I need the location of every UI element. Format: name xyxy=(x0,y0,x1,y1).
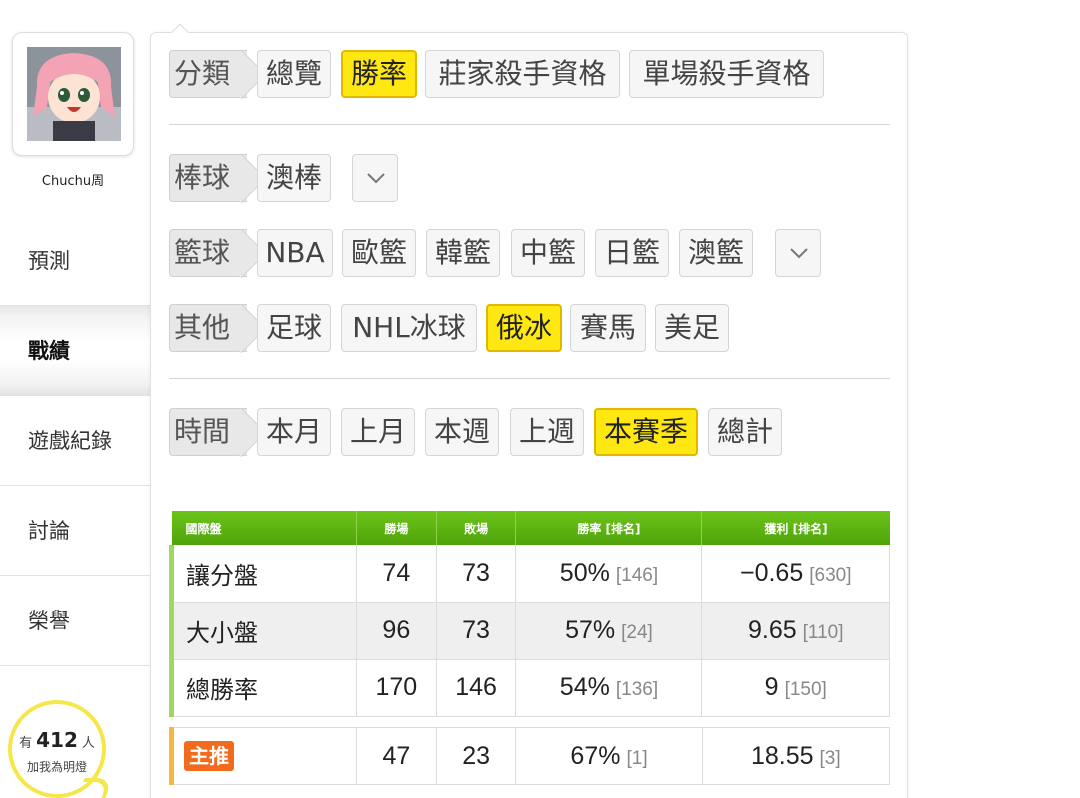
filter-chip-banker-killer[interactable]: 莊家殺手資格 xyxy=(425,50,620,98)
losses-cell: 23 xyxy=(436,727,517,785)
filter-chip-total[interactable]: 總計 xyxy=(708,408,782,456)
stats-table: 國際盤 勝場 敗場 勝率 [排名] 獲利 [排名] 讓分盤 74 73 50%[… xyxy=(169,511,890,717)
table-row: 讓分盤 74 73 50% [146] −0.65 [630] xyxy=(169,545,890,603)
row-name: 總勝率 xyxy=(169,659,357,717)
featured-name: 主推 xyxy=(168,727,358,785)
follower-number: 412 xyxy=(36,728,78,752)
rank-label: [136] xyxy=(615,679,659,700)
divider xyxy=(169,124,890,125)
follow-cta: 加我為明燈 xyxy=(26,760,87,774)
wins-cell: 170 xyxy=(356,659,437,717)
filter-row-other: 其他 足球 NHL冰球 俄冰 賽馬 美足 xyxy=(169,304,890,352)
rank-label: [110] xyxy=(802,622,844,643)
profit-cell: 9 [150] xyxy=(701,659,890,717)
follower-suffix: 人 xyxy=(81,736,95,751)
featured-row: 主推 47 23 67% [1] 18.55 [3] xyxy=(168,727,891,785)
winrate-cell: 50% [146] xyxy=(515,545,703,603)
nav-item-game-history[interactable]: 遊戲紀錄 xyxy=(0,396,150,486)
filter-chip-aus-basket[interactable]: 澳籃 xyxy=(679,229,753,277)
losses-cell: 146 xyxy=(436,659,517,717)
losses-cell: 73 xyxy=(436,545,517,603)
filter-row-basketball: 籃球 NBA 歐籃 韓籃 中籃 日籃 澳籃 xyxy=(169,229,890,277)
profit-cell: 18.55 [3] xyxy=(702,727,891,785)
filter-chip-abl[interactable]: 澳棒 xyxy=(257,154,331,202)
filter-chip-soccer[interactable]: 足球 xyxy=(257,304,331,352)
wins-cell: 74 xyxy=(356,545,437,603)
chevron-down-icon xyxy=(790,248,808,259)
table-header-row: 國際盤 勝場 敗場 勝率 [排名] 獲利 [排名] xyxy=(171,511,890,545)
rank-label: [1] xyxy=(626,747,648,769)
featured-badge: 主推 xyxy=(184,741,234,771)
column-header: 獲利 [排名] xyxy=(701,511,890,545)
filter-chip-this-month[interactable]: 本月 xyxy=(257,408,331,456)
rank-label: [630] xyxy=(809,564,852,586)
nav-item-label: 討論 xyxy=(28,519,70,543)
column-header: 敗場 xyxy=(436,511,517,545)
filter-label-category: 分類 xyxy=(169,50,247,98)
filter-chip-japan-basket[interactable]: 日籃 xyxy=(595,229,669,277)
filter-chip-euro-basket[interactable]: 歐籃 xyxy=(342,229,416,277)
filter-chip-china-basket[interactable]: 中籃 xyxy=(511,229,585,277)
username: Chuchu周 xyxy=(41,174,105,189)
nav-item-record[interactable]: 戰績 xyxy=(0,306,152,396)
filter-chip-last-month[interactable]: 上月 xyxy=(341,408,415,456)
filter-label-other: 其他 xyxy=(169,304,247,352)
profit-cell: 9.65 [110] xyxy=(701,602,890,660)
filter-chip-this-season[interactable]: 本賽季 xyxy=(594,408,698,456)
table-row: 大小盤 96 73 57% [24] 9.65 [110] xyxy=(169,602,890,660)
filter-row-time: 時間 本月 上月 本週 上週 本賽季 總計 xyxy=(169,408,890,456)
column-header: 勝率 [排名] xyxy=(515,511,703,545)
table-row: 總勝率 170 146 54% [136] 9 [150] xyxy=(169,659,890,717)
column-header: 勝場 xyxy=(356,511,437,545)
avatar[interactable] xyxy=(12,32,134,156)
sidebar: Chuchu周 預測 戰績 遊戲紀錄 討論 榮譽 有 412 人 加我為明燈 xyxy=(0,0,152,798)
nav-item-label: 戰績 xyxy=(28,339,70,363)
follower-prefix: 有 xyxy=(19,736,33,751)
wins-cell: 47 xyxy=(356,727,437,785)
rank-label: [24] xyxy=(621,622,653,643)
baseball-more-dropdown[interactable] xyxy=(352,154,398,202)
winrate-cell: 57% [24] xyxy=(515,602,703,660)
filter-chip-this-week[interactable]: 本週 xyxy=(425,408,499,456)
filter-label-baseball: 棒球 xyxy=(169,154,247,202)
filter-label-time: 時間 xyxy=(169,408,247,456)
filter-chip-single-killer[interactable]: 單場殺手資格 xyxy=(629,50,824,98)
nav-item-discussion[interactable]: 討論 xyxy=(0,486,150,576)
column-header: 國際盤 xyxy=(171,511,357,545)
filter-chip-khl[interactable]: 俄冰 xyxy=(486,304,562,352)
nav-item-label: 預測 xyxy=(28,249,70,273)
nav-item-label: 遊戲紀錄 xyxy=(28,429,112,453)
sidebar-nav: 預測 戰績 遊戲紀錄 討論 榮譽 xyxy=(0,216,152,666)
winrate-cell: 67% [1] xyxy=(515,727,703,785)
profit-cell: −0.65 [630] xyxy=(701,545,890,603)
row-name: 大小盤 xyxy=(169,602,357,660)
divider xyxy=(169,378,890,379)
follower-count: 有 412 人 xyxy=(12,728,102,752)
featured-table: 主推 47 23 67% [1] 18.55 [3] xyxy=(168,727,891,785)
rank-label: [3] xyxy=(819,747,841,769)
filter-chip-nhl[interactable]: NHL冰球 xyxy=(341,304,477,352)
row-name: 讓分盤 xyxy=(169,545,357,603)
filter-chip-overview[interactable]: 總覽 xyxy=(257,50,331,98)
filter-chip-korea-basket[interactable]: 韓籃 xyxy=(426,229,500,277)
nav-item-predict[interactable]: 預測 xyxy=(0,216,150,306)
nav-item-honor[interactable]: 榮譽 xyxy=(0,576,150,666)
filter-chip-nfl[interactable]: 美足 xyxy=(655,304,729,352)
losses-cell: 73 xyxy=(436,602,517,660)
basketball-more-dropdown[interactable] xyxy=(775,229,821,277)
avatar-image xyxy=(27,47,121,141)
nav-item-label: 榮譽 xyxy=(28,609,70,633)
chevron-down-icon xyxy=(367,173,385,184)
wins-cell: 96 xyxy=(356,602,437,660)
filter-chip-horse-racing[interactable]: 賽馬 xyxy=(570,304,646,352)
filter-row-baseball: 棒球 澳棒 xyxy=(169,154,890,202)
filter-row-category: 分類 總覽 勝率 莊家殺手資格 單場殺手資格 xyxy=(169,50,890,98)
filter-chip-nba[interactable]: NBA xyxy=(257,229,333,277)
rank-label: [146] xyxy=(615,564,659,586)
filter-label-basketball: 籃球 xyxy=(169,229,247,277)
filter-chip-last-week[interactable]: 上週 xyxy=(510,408,584,456)
rank-label: [150] xyxy=(784,679,827,700)
winrate-cell: 54% [136] xyxy=(515,659,703,717)
filter-chip-winrate[interactable]: 勝率 xyxy=(341,50,417,98)
